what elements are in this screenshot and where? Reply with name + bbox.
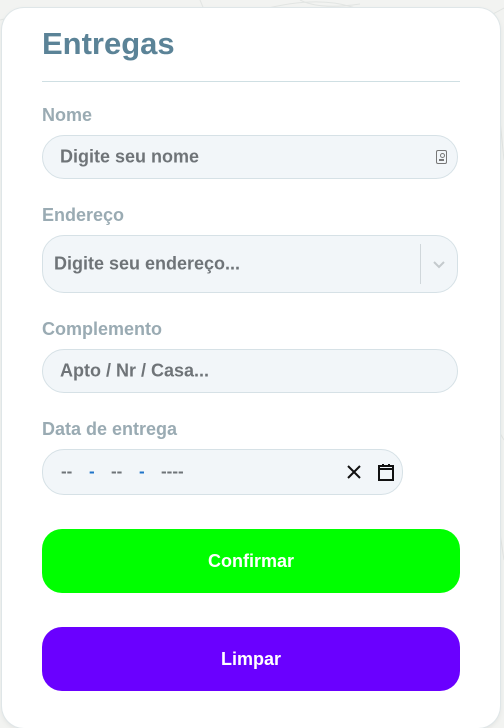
form-title: Entregas: [42, 26, 175, 61]
name-placeholder: Digite seu nome: [60, 146, 200, 167]
close-icon[interactable]: [344, 462, 364, 482]
complement-label: Complemento: [42, 319, 163, 339]
clear-button[interactable]: Limpar: [42, 627, 460, 691]
address-label: Endereço: [42, 205, 125, 225]
date-input[interactable]: -- - -- - ----: [42, 449, 403, 495]
name-label: Nome: [42, 105, 93, 125]
complement-placeholder: Apto / Nr / Casa...: [60, 360, 210, 381]
address-separator: [420, 244, 421, 284]
confirm-button[interactable]: Confirmar: [42, 529, 460, 593]
calendar-icon[interactable]: [376, 462, 396, 482]
chevron-down-icon[interactable]: [431, 256, 447, 272]
contact-card-icon: [436, 150, 447, 164]
address-placeholder: Digite seu endereço...: [54, 253, 241, 274]
date-separator: -: [89, 462, 95, 481]
date-label: Data de entrega: [42, 419, 178, 439]
address-select[interactable]: Digite seu endereço...: [42, 235, 458, 293]
date-separator: -: [139, 462, 145, 481]
name-input[interactable]: Digite seu nome: [42, 135, 458, 179]
date-year[interactable]: ----: [161, 462, 184, 482]
date-month[interactable]: --: [111, 462, 122, 482]
date-day[interactable]: --: [61, 462, 72, 482]
complement-input[interactable]: Apto / Nr / Casa...: [42, 349, 458, 393]
title-divider: [42, 81, 460, 82]
delivery-form-card: Entregas Nome Digite seu nome Endereço D…: [2, 8, 500, 728]
